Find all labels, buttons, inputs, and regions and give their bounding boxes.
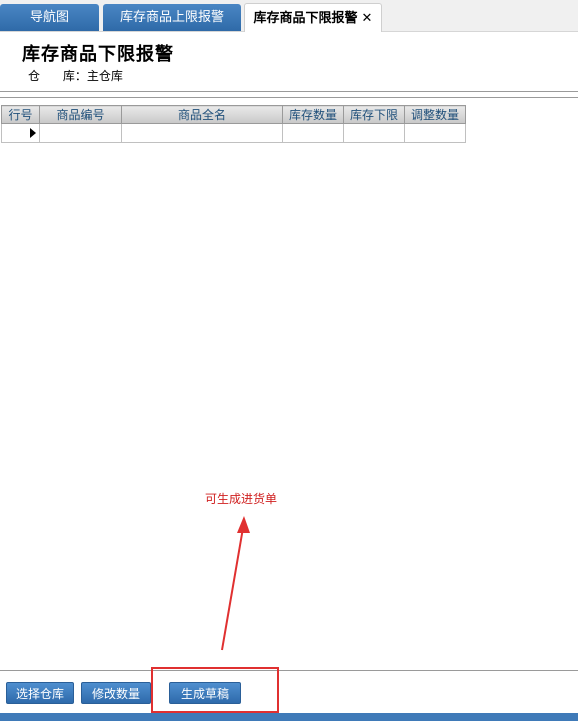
status-bar [0,713,578,721]
annotation-highlight-box [151,667,279,713]
select-warehouse-button[interactable]: 选择仓库 [6,682,74,704]
divider [0,670,578,671]
annotation-arrow-icon [221,516,250,651]
modify-quantity-button[interactable]: 修改数量 [81,682,151,704]
